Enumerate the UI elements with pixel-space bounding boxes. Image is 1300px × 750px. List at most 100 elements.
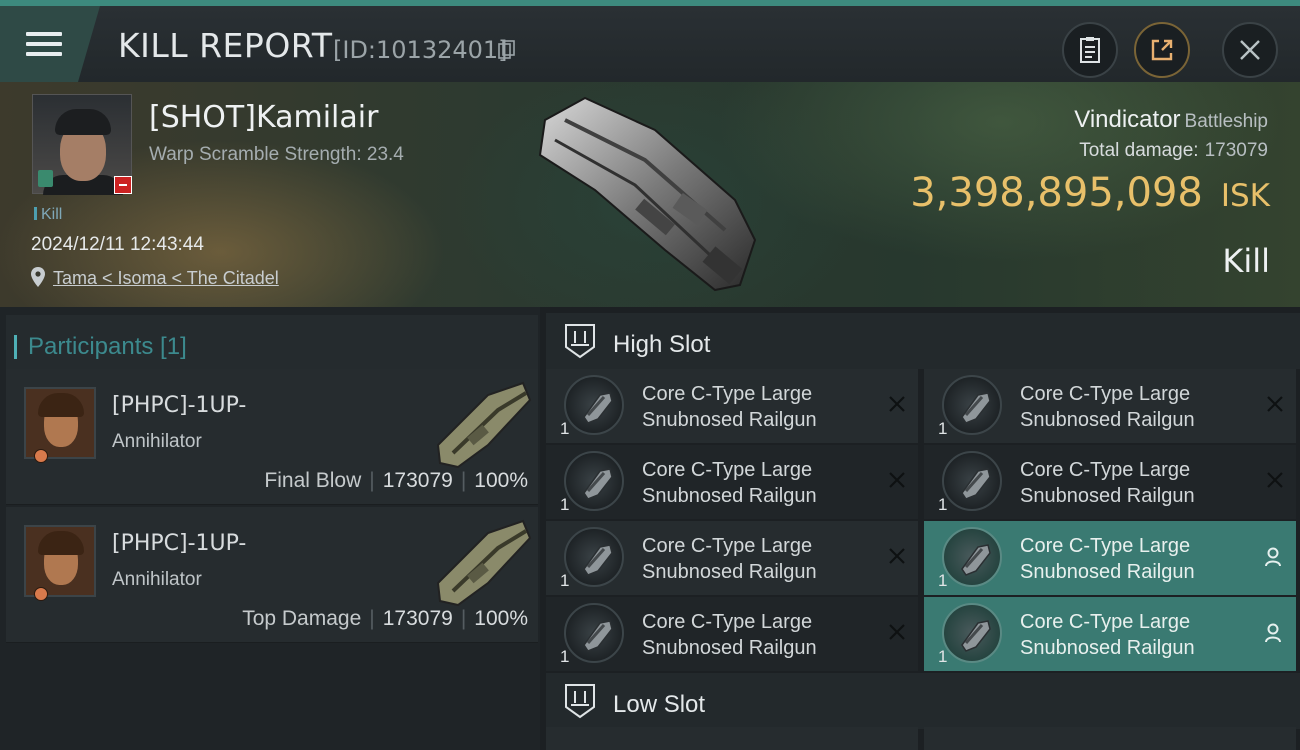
module-name-line1: Core C-Type Large	[1020, 383, 1191, 405]
module-item[interactable]: 1 Core C-Type Large Snubnosed Railgun	[924, 445, 1296, 519]
module-item[interactable]: 1 Core C-Type Large Snubnosed Railgun	[546, 369, 918, 443]
ship-name[interactable]: Vindicator	[1074, 106, 1180, 133]
attacker-corp-icon	[34, 587, 48, 601]
module-item[interactable]: 1 Core C-Type Large Snubnosed Railgun	[546, 597, 918, 671]
ship-class: Battleship	[1184, 111, 1268, 132]
attacker-corp-icon	[34, 449, 48, 463]
victim-banner: [SHOT]Kamilair Warp Scramble Strength: 2…	[0, 82, 1300, 307]
x-icon	[889, 624, 905, 640]
module-name-line1: Core C-Type Large	[642, 535, 813, 557]
page-title: KILL REPORT	[118, 26, 333, 65]
close-icon	[1240, 40, 1260, 60]
hamburger-icon	[26, 26, 62, 62]
module-name-line2: Snubnosed Railgun	[642, 485, 817, 507]
attacker-portrait[interactable]	[24, 525, 96, 597]
railgun-icon	[942, 375, 1002, 435]
module-quantity: 1	[938, 419, 948, 438]
x-icon	[1267, 396, 1283, 412]
module-name-line1: Core C-Type Large	[1020, 535, 1191, 557]
module-name-line1: Core C-Type Large	[642, 459, 813, 481]
attacker-name[interactable]: [PHPC]-1UP-	[112, 393, 246, 418]
module-name: Core C-Type Large Snubnosed Railgun	[1020, 609, 1270, 661]
participants-panel: Participants [1] [PHPC]-1UP- Annihilator…	[0, 307, 540, 750]
copy-icon[interactable]	[498, 40, 516, 60]
attacker-ship: Annihilator	[112, 569, 202, 590]
total-damage-line: Total damage: 173079	[1079, 140, 1268, 162]
module-name-line2: Snubnosed Railgun	[1020, 561, 1195, 583]
slot-icon	[565, 684, 595, 719]
attacker-stats: Final Blow | 173079 | 100%	[264, 469, 528, 492]
high-slot-label: High Slot	[613, 331, 711, 358]
module-quantity: 1	[938, 571, 948, 590]
x-icon	[1267, 472, 1283, 488]
module-name-line2: Snubnosed Railgun	[642, 409, 817, 431]
module-name: Core C-Type Large Snubnosed Railgun	[642, 533, 892, 585]
total-damage-label: Total damage:	[1079, 140, 1199, 161]
warp-scramble-strength: Warp Scramble Strength: 23.4	[149, 144, 404, 165]
railgun-icon	[564, 375, 624, 435]
kill-datetime: 2024/12/11 12:43:44	[31, 234, 204, 255]
attacker-stats: Top Damage | 173079 | 100%	[242, 607, 528, 630]
module-name-line2: Snubnosed Railgun	[1020, 485, 1195, 507]
module-quantity: 1	[560, 495, 570, 514]
low-slot-module-partial[interactable]	[546, 727, 918, 750]
x-icon	[889, 548, 905, 564]
module-name: Core C-Type Large Snubnosed Railgun	[1020, 457, 1270, 509]
total-damage-value: 173079	[1204, 140, 1268, 161]
clipboard-icon	[1080, 37, 1100, 63]
module-name: Core C-Type Large Snubnosed Railgun	[1020, 533, 1270, 585]
module-quantity: 1	[938, 495, 948, 514]
module-name-line1: Core C-Type Large	[1020, 611, 1191, 633]
low-slot-module-partial[interactable]	[924, 727, 1296, 750]
module-item[interactable]: 1 Core C-Type Large Snubnosed Railgun	[924, 597, 1296, 671]
module-name-line1: Core C-Type Large	[1020, 459, 1191, 481]
railgun-icon	[564, 603, 624, 663]
module-item[interactable]: 1 Core C-Type Large Snubnosed Railgun	[924, 521, 1296, 595]
railgun-icon	[564, 527, 624, 587]
participants-title: Participants [1]	[14, 333, 187, 360]
module-item[interactable]: 1 Core C-Type Large Snubnosed Railgun	[924, 369, 1296, 443]
x-icon	[889, 396, 905, 412]
header-bar: KILL REPORT [ID:10132401]	[0, 0, 1300, 82]
attacker-name[interactable]: [PHPC]-1UP-	[112, 531, 246, 556]
module-name: Core C-Type Large Snubnosed Railgun	[642, 457, 892, 509]
share-button[interactable]	[1134, 22, 1190, 78]
slot-icon	[565, 324, 595, 359]
module-name-line2: Snubnosed Railgun	[1020, 409, 1195, 431]
module-name: Core C-Type Large Snubnosed Railgun	[1020, 381, 1270, 433]
isk-value-line: 3,398,895,098 ISK	[910, 170, 1270, 216]
isk-unit: ISK	[1220, 178, 1270, 214]
attacker-row[interactable]: [PHPC]-1UP- Annihilator Top Damage | 17307…	[6, 507, 538, 643]
clipboard-button[interactable]	[1062, 22, 1118, 78]
railgun-icon	[942, 451, 1002, 511]
module-name-line2: Snubnosed Railgun	[642, 561, 817, 583]
module-name-line1: Core C-Type Large	[642, 611, 813, 633]
low-slot-label: Low Slot	[613, 691, 706, 718]
close-button[interactable]	[1222, 22, 1278, 78]
railgun-icon	[564, 451, 624, 511]
module-name-line2: Snubnosed Railgun	[1020, 637, 1195, 659]
attacker-damage: 173079	[382, 607, 453, 630]
vindicator-ship-image	[538, 96, 757, 292]
location-pin-icon	[31, 267, 45, 287]
corp-badge-icon	[38, 170, 53, 187]
victim-name[interactable]: [SHOT]Kamilair	[149, 100, 378, 135]
isk-value: 3,398,895,098	[910, 170, 1203, 216]
x-icon	[889, 472, 905, 488]
module-name: Core C-Type Large Snubnosed Railgun	[642, 381, 892, 433]
report-id: [ID:10132401]	[333, 36, 508, 64]
module-quantity: 1	[938, 647, 948, 666]
participants-header: Participants [1]	[6, 315, 538, 371]
menu-button[interactable]	[0, 6, 100, 82]
attacker-ship: Annihilator	[112, 431, 202, 452]
attacker-row[interactable]: [PHPC]-1UP- Annihilator Final Blow | 17307…	[6, 369, 538, 505]
module-quantity: 1	[560, 571, 570, 590]
attacker-portrait[interactable]	[24, 387, 96, 459]
module-name: Core C-Type Large Snubnosed Railgun	[642, 609, 892, 661]
kill-location-link[interactable]: Tama < Isoma < The Citadel	[53, 268, 279, 289]
module-item[interactable]: 1 Core C-Type Large Snubnosed Railgun	[546, 521, 918, 595]
fitting-panel: High Slot 1 Core C-Type Large Snubnosed …	[540, 307, 1300, 750]
module-item[interactable]: 1 Core C-Type Large Snubnosed Railgun	[546, 445, 918, 519]
module-name-line2: Snubnosed Railgun	[642, 637, 817, 659]
attacker-damage: 173079	[382, 469, 453, 492]
